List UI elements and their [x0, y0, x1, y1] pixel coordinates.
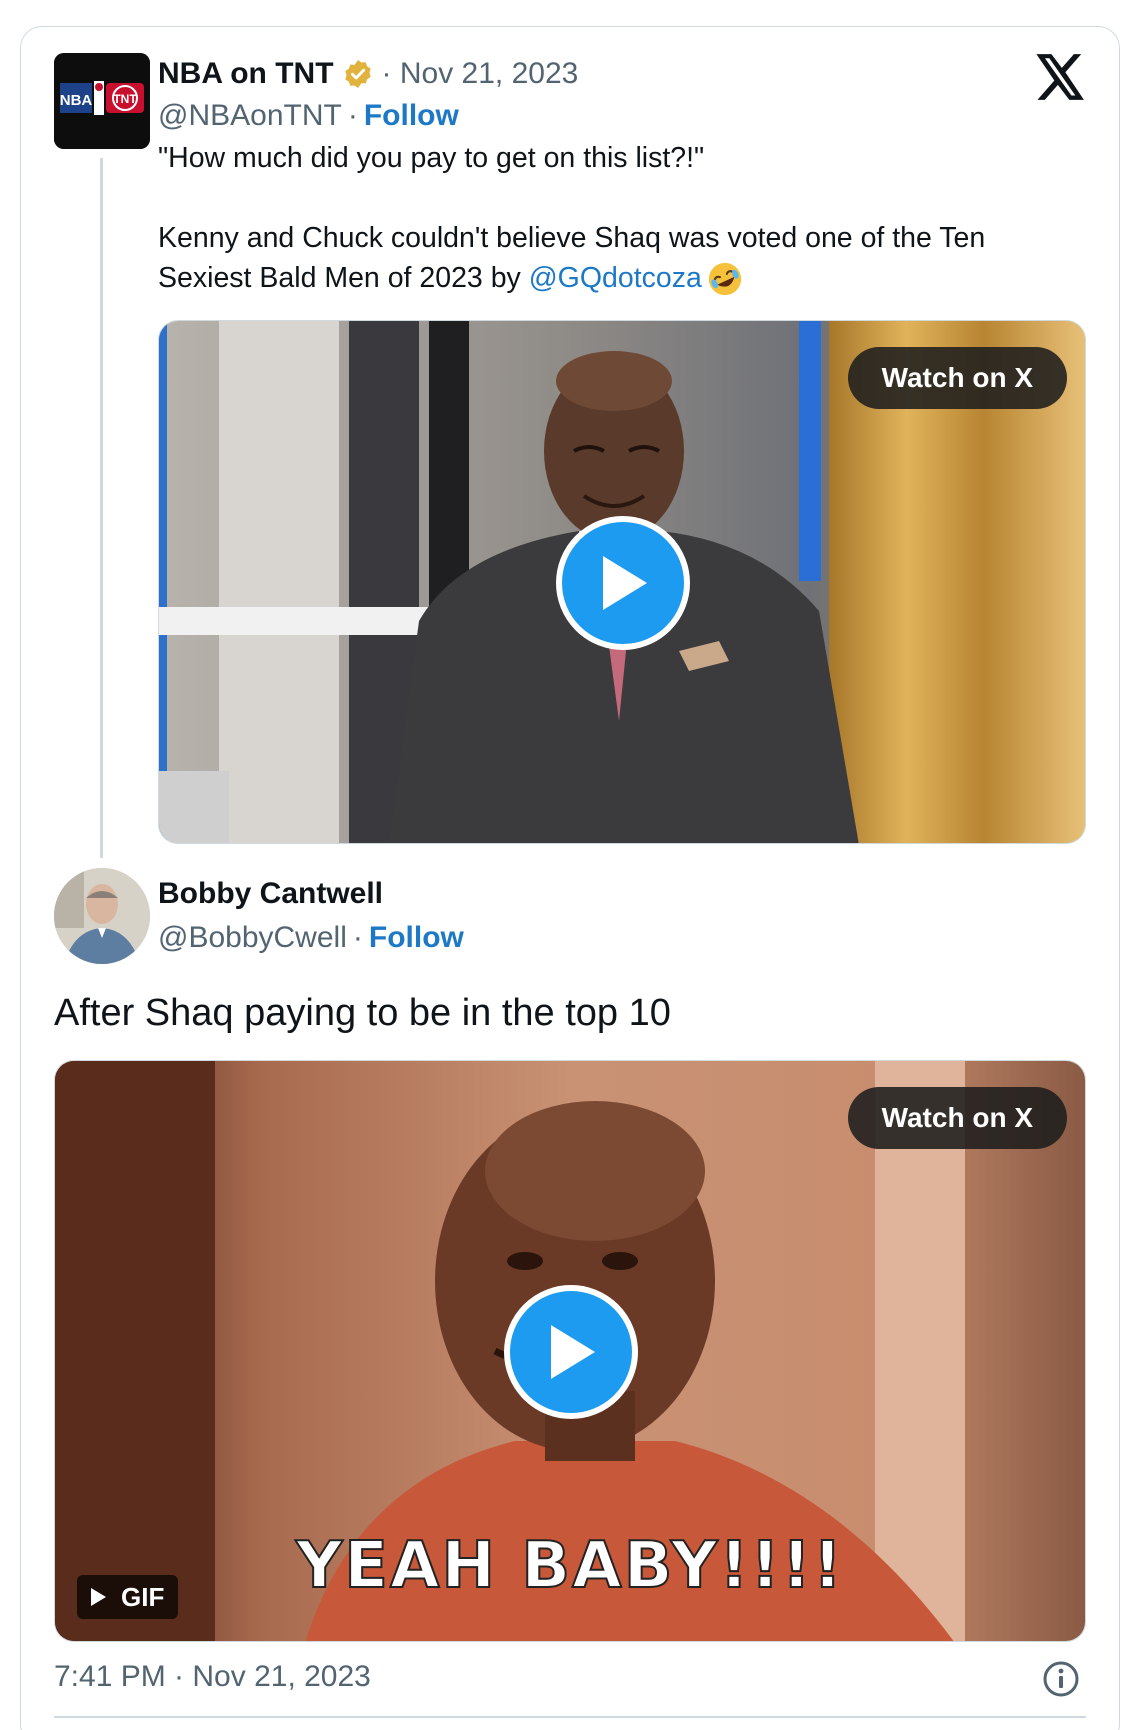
- follow-button[interactable]: Follow: [369, 921, 464, 955]
- gif-caption: YEAH BABY!!!!: [295, 1528, 845, 1604]
- footer-divider: [54, 1716, 1086, 1718]
- parent-author-row: NBA on TNT · Nov 21, 2023: [158, 54, 578, 94]
- parent-tweet-text: "How much did you pay to get on this lis…: [158, 138, 1078, 298]
- reply-author-row: Bobby Cantwell: [158, 874, 383, 914]
- author-handle[interactable]: @BobbyCwell: [158, 921, 347, 955]
- gif-badge: GIF: [77, 1575, 179, 1619]
- parent-handle-row: @NBAonTNT · Follow: [158, 96, 459, 136]
- tweet-text-line-with-mention: Sexiest Bald Men of 2023 by @GQdotcoza: [158, 258, 1078, 298]
- author-handle[interactable]: @NBAonTNT: [158, 99, 342, 133]
- tweet-text-line: "How much did you pay to get on this lis…: [158, 142, 705, 174]
- bobby-cantwell-avatar[interactable]: [54, 868, 150, 964]
- tweet-timestamp[interactable]: 7:41 PM · Nov 21, 2023: [54, 1660, 371, 1694]
- thread-connector-line: [100, 158, 103, 858]
- separator-dot: ·: [352, 921, 363, 954]
- separator-dot: ·: [347, 99, 358, 132]
- play-icon[interactable]: [556, 516, 690, 650]
- parent-video-thumbnail[interactable]: Watch on X: [158, 320, 1086, 844]
- info-icon[interactable]: [1042, 1660, 1080, 1698]
- verified-badge-icon: [344, 60, 371, 88]
- mention-link[interactable]: @GQdotcoza: [529, 262, 702, 294]
- tweet-text-line: Kenny and Chuck couldn't believe Shaq wa…: [158, 222, 986, 254]
- rolling-on-floor-laughing-emoji-icon: [708, 263, 741, 296]
- gif-label: GIF: [121, 1581, 165, 1612]
- post-date[interactable]: · Nov 21, 2023: [382, 57, 579, 91]
- x-logo-icon[interactable]: [1036, 54, 1086, 100]
- nba-logo-text: NBA: [60, 92, 93, 109]
- tweet-text-prefix: Sexiest Bald Men of 2023 by: [158, 262, 529, 294]
- tnt-logo-text: TNT: [113, 92, 137, 106]
- reply-tweet-text: After Shaq paying to be in the top 10: [54, 992, 671, 1034]
- play-icon[interactable]: [504, 1285, 638, 1419]
- watch-on-x-button[interactable]: Watch on X: [847, 347, 1067, 409]
- author-display-name[interactable]: NBA on TNT: [158, 57, 334, 91]
- follow-button[interactable]: Follow: [364, 99, 459, 133]
- nba-on-tnt-avatar[interactable]: NBA TNT: [54, 53, 150, 149]
- watch-on-x-button[interactable]: Watch on X: [847, 1087, 1067, 1149]
- author-display-name[interactable]: Bobby Cantwell: [158, 877, 383, 911]
- reply-gif-thumbnail[interactable]: YEAH BABY!!!! Watch on X GIF: [54, 1060, 1086, 1642]
- small-play-icon: [91, 1588, 106, 1606]
- reply-handle-row: @BobbyCwell · Follow: [158, 918, 464, 958]
